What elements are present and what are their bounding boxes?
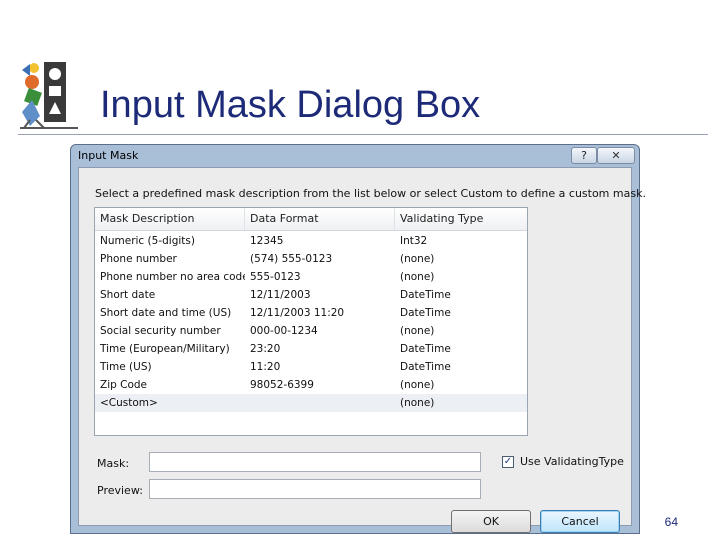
mask-description-cell: Phone number no area code xyxy=(100,271,245,283)
validating-type-cell: (none) xyxy=(400,325,435,337)
validating-type-cell: DateTime xyxy=(400,361,451,373)
mask-description-cell: <Custom> xyxy=(100,397,158,409)
list-row[interactable]: Time (US) 11:20 DateTime xyxy=(95,358,527,376)
column-header-data-format[interactable]: Data Format xyxy=(245,208,395,230)
list-row[interactable]: Zip Code 98052-6399 (none) xyxy=(95,376,527,394)
mask-description-cell: Time (US) xyxy=(100,361,152,373)
dialog-titlebar[interactable]: Input Mask ? ✕ xyxy=(71,145,639,167)
list-row[interactable]: Social security number 000-00-1234 (none… xyxy=(95,322,527,340)
data-format-cell: 12345 xyxy=(250,235,284,247)
mask-description-cell: Short date xyxy=(100,289,156,301)
page-number: 64 xyxy=(664,515,678,529)
data-format-cell: 12/11/2003 11:20 xyxy=(250,307,345,319)
mask-description-cell: Numeric (5-digits) xyxy=(100,235,195,247)
ok-button[interactable]: OK xyxy=(451,510,531,533)
mask-input[interactable] xyxy=(149,452,481,472)
slide-title: Input Mask Dialog Box xyxy=(100,84,481,126)
column-header-validating-type[interactable]: Validating Type xyxy=(395,208,527,230)
validating-type-cell: (none) xyxy=(400,253,435,265)
data-format-cell: 11:20 xyxy=(250,361,281,373)
instruction-text: Select a predefined mask description fro… xyxy=(95,187,646,200)
mask-description-cell: Phone number xyxy=(100,253,177,265)
data-format-cell: 555-0123 xyxy=(250,271,301,283)
preview-label: Preview: xyxy=(97,484,143,497)
validating-type-cell: Int32 xyxy=(400,235,428,247)
use-validating-type-checkbox[interactable]: ✓ xyxy=(502,456,514,468)
data-format-cell: 23:20 xyxy=(250,343,281,355)
dialog-client-area: Select a predefined mask description fro… xyxy=(78,167,646,533)
list-row[interactable]: Phone number no area code 555-0123 (none… xyxy=(95,268,527,286)
list-row[interactable]: Numeric (5-digits) 12345 Int32 xyxy=(95,232,527,250)
presentation-logo-icon xyxy=(20,62,78,129)
list-row[interactable]: Phone number (574) 555-0123 (none) xyxy=(95,250,527,268)
data-format-cell: (574) 555-0123 xyxy=(250,253,333,265)
list-row[interactable]: Time (European/Military) 23:20 DateTime xyxy=(95,340,527,358)
data-format-cell xyxy=(245,394,395,412)
mask-description-cell: Short date and time (US) xyxy=(100,307,232,319)
mask-description-cell: Social security number xyxy=(100,325,221,337)
validating-type-cell: (none) xyxy=(400,271,435,283)
validating-type-cell: (none) xyxy=(400,397,435,409)
list-row-selected[interactable]: <Custom> (none) xyxy=(95,394,527,412)
data-format-cell: 000-00-1234 xyxy=(250,325,318,337)
data-format-cell: 12/11/2003 xyxy=(250,289,311,301)
preview-input[interactable] xyxy=(149,479,481,499)
title-divider xyxy=(18,134,708,135)
use-validating-type-label[interactable]: Use ValidatingType xyxy=(520,455,624,468)
input-mask-dialog: Input Mask ? ✕ Select a predefined mask … xyxy=(70,144,646,534)
list-row[interactable]: Short date and time (US) 12/11/2003 11:2… xyxy=(95,304,527,322)
close-button[interactable]: ✕ xyxy=(597,147,635,164)
list-row[interactable]: Short date 12/11/2003 DateTime xyxy=(95,286,527,304)
validating-type-cell: DateTime xyxy=(400,289,451,301)
mask-list[interactable]: Mask Description Data Format Validating … xyxy=(94,207,528,436)
mask-description-cell: Time (European/Military) xyxy=(100,343,230,355)
validating-type-cell: DateTime xyxy=(400,343,451,355)
mask-label: Mask: xyxy=(97,457,130,470)
data-format-cell: 98052-6399 xyxy=(250,379,314,391)
validating-type-cell: DateTime xyxy=(400,307,451,319)
mask-description-cell: Zip Code xyxy=(100,379,147,391)
column-header-mask-description[interactable]: Mask Description xyxy=(95,208,245,230)
help-button[interactable]: ? xyxy=(571,147,597,164)
validating-type-cell: (none) xyxy=(400,379,435,391)
dialog-title: Input Mask xyxy=(78,149,139,162)
cancel-button[interactable]: Cancel xyxy=(540,510,620,533)
list-header: Mask Description Data Format Validating … xyxy=(95,208,527,231)
